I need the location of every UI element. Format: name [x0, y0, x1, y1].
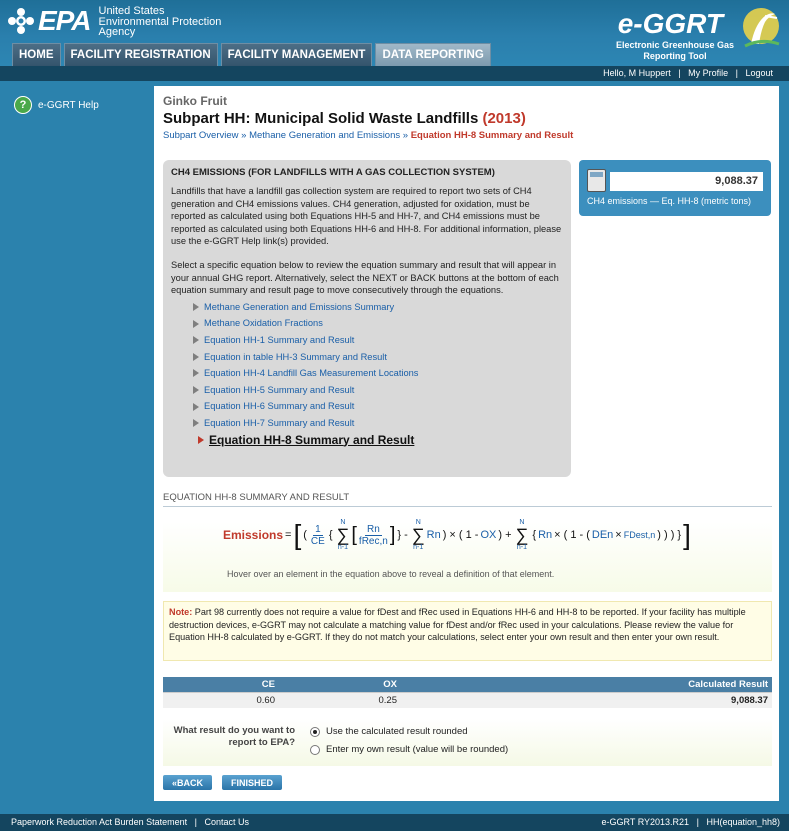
table-header-row: CE OX Calculated Result [163, 677, 772, 693]
table-row: 0.60 0.25 9,088.37 [163, 692, 772, 708]
equation-section: EQUATION HH-8 SUMMARY AND RESULT Emissio… [163, 492, 772, 592]
sidebar-item-label: e-GGRT Help [38, 99, 99, 111]
epa-wordmark: EPA [38, 5, 91, 36]
use-calculated-label: Use the calculated result rounded [326, 726, 468, 737]
sidebar-item-help[interactable]: ? e-GGRT Help [10, 86, 153, 124]
contact-us-link[interactable]: Contact Us [204, 817, 249, 827]
use-calculated-option[interactable]: Use the calculated result rounded [310, 726, 468, 737]
arrow-right-icon [193, 352, 199, 361]
back-button[interactable]: «BACK [163, 775, 213, 790]
enter-own-label: Enter my own result (value will be round… [326, 744, 509, 755]
enter-own-option[interactable]: Enter my own result (value will be round… [310, 744, 508, 755]
version-label: e-GGRT RY2013.R21 [601, 817, 690, 827]
equation-heading: EQUATION HH-8 SUMMARY AND RESULT [163, 492, 772, 507]
result-label: CH4 emissions — Eq. HH-8 (metric tons) [587, 196, 752, 206]
eq-fdest[interactable]: FDest,n [624, 530, 656, 540]
breadcrumb-methane-generation[interactable]: Methane Generation and Emissions [249, 130, 400, 141]
eq-de[interactable]: DEn [592, 529, 613, 541]
equation-formula: Emissions = [ ( 1 CE { N ∑ n-1 [ Rn fRec,n ]… [223, 519, 691, 551]
use-calculated-radio[interactable] [310, 726, 320, 737]
col-calculated-result: Calculated Result [401, 677, 772, 693]
arrow-right-icon [193, 385, 199, 394]
result-choice-question: What result do you want to report to EPA… [173, 725, 295, 748]
current-arrow-icon [198, 435, 204, 444]
arrow-right-icon [193, 369, 199, 378]
col-ox: OX [279, 677, 401, 693]
cell-ce: 0.60 [163, 692, 279, 708]
heron-logo-icon [743, 8, 780, 48]
eq-sigma-2: N ∑ n-1 [411, 519, 425, 551]
eq-rn[interactable]: Rn [427, 529, 441, 541]
epa-logo[interactable]: EPA United States Environmental Protecti… [8, 4, 221, 38]
arrow-right-icon [193, 302, 199, 311]
note-text: Part 98 currently does not require a val… [169, 607, 746, 642]
info-paragraph-2: Select a specific equation below to revi… [171, 260, 559, 296]
site-header: EPA United States Environmental Protecti… [0, 0, 789, 66]
tab-facility-registration[interactable]: FACILITY REGISTRATION [63, 43, 218, 66]
info-paragraph-1: Landfills that have a landfill gas colle… [171, 186, 562, 247]
link-equation-hh5[interactable]: Equation HH-5 Summary and Result [193, 382, 563, 399]
cell-ox: 0.25 [279, 692, 401, 708]
info-heading: CH4 EMISSIONS (FOR LANDFILLS WITH A GAS … [171, 167, 495, 178]
user-bar: Hello, M Huppert | My Profile | Logout [0, 66, 789, 81]
equation-hint: Hover over an element in the equation ab… [227, 569, 555, 579]
button-row: «BACK FINISHED [163, 775, 283, 790]
eq-ox[interactable]: OX [480, 529, 496, 541]
page-title: Subpart HH: Municipal Solid Waste Landfi… [163, 110, 526, 127]
eq-rn-2[interactable]: Rn [538, 529, 552, 541]
sidebar: ? e-GGRT Help [10, 86, 153, 801]
arrow-right-icon [193, 336, 199, 345]
calculator-icon [587, 169, 606, 192]
col-ce: CE [163, 677, 279, 693]
tab-data-reporting[interactable]: DATA REPORTING [375, 43, 491, 66]
my-profile-link[interactable]: My Profile [688, 68, 728, 78]
eq-rn-frec-fraction[interactable]: Rn fRec,n [359, 524, 388, 547]
arrow-right-icon [193, 319, 199, 328]
note-label: Note: [169, 607, 193, 617]
burden-statement-link[interactable]: Paperwork Reduction Act Burden Statement [11, 817, 187, 827]
link-equation-hh4[interactable]: Equation HH-4 Landfill Gas Measurement L… [193, 365, 563, 382]
link-equation-hh3[interactable]: Equation in table HH-3 Summary and Resul… [193, 348, 563, 365]
link-equation-hh8-current[interactable]: Equation HH-8 Summary and Result [198, 431, 563, 448]
result-choice-section: What result do you want to report to EPA… [163, 719, 772, 766]
facility-name: Ginko Fruit [163, 94, 227, 108]
result-table: CE OX Calculated Result 0.60 0.25 9,088.… [163, 677, 772, 708]
link-methane-oxidation-fractions[interactable]: Methane Oxidation Fractions [193, 315, 563, 332]
user-greeting: Hello, M Huppert [603, 68, 671, 78]
main-nav: HOME FACILITY REGISTRATION FACILITY MANA… [12, 43, 491, 66]
eggrt-subtitle: Electronic Greenhouse Gas Reporting Tool [615, 40, 735, 61]
info-box: CH4 EMISSIONS (FOR LANDFILLS WITH A GAS … [163, 160, 571, 477]
page-id-label: HH(equation_hh8) [706, 817, 780, 827]
eq-ce-fraction[interactable]: 1 CE [311, 524, 325, 547]
help-icon: ? [14, 96, 32, 114]
breadcrumb-current: Equation HH-8 Summary and Result [410, 130, 574, 141]
link-equation-hh7[interactable]: Equation HH-7 Summary and Result [193, 415, 563, 432]
eggrt-logo: e-GGRT Electronic Greenhouse Gas Reporti… [591, 2, 781, 62]
note-box: Note: Part 98 currently does not require… [163, 601, 772, 661]
result-value: 9,088.37 [610, 172, 763, 191]
epa-flower-icon [8, 8, 34, 34]
breadcrumb: Subpart Overview » Methane Generation an… [163, 130, 574, 141]
enter-own-radio[interactable] [310, 744, 320, 755]
link-equation-hh6[interactable]: Equation HH-6 Summary and Result [193, 398, 563, 415]
logout-link[interactable]: Logout [745, 68, 773, 78]
link-equation-hh1[interactable]: Equation HH-1 Summary and Result [193, 332, 563, 349]
result-card: 9,088.37 CH4 emissions — Eq. HH-8 (metri… [579, 160, 771, 216]
finished-button[interactable]: FINISHED [222, 775, 283, 790]
reporting-year: (2013) [482, 110, 526, 127]
eq-sigma-1: N ∑ n-1 [336, 519, 350, 551]
site-footer: Paperwork Reduction Act Burden Statement… [0, 814, 789, 831]
arrow-right-icon [193, 402, 199, 411]
tab-facility-management[interactable]: FACILITY MANAGEMENT [220, 43, 373, 66]
link-methane-generation-summary[interactable]: Methane Generation and Emissions Summary [193, 299, 563, 316]
eq-sigma-3: N ∑ n-1 [515, 519, 529, 551]
eggrt-title: e-GGRT [617, 8, 723, 39]
eq-emissions[interactable]: Emissions [223, 528, 283, 542]
epa-agency-name: United States Environmental Protection A… [98, 5, 222, 39]
tab-home[interactable]: HOME [12, 43, 61, 66]
arrow-right-icon [193, 419, 199, 428]
cell-calculated-result: 9,088.37 [401, 692, 772, 708]
breadcrumb-subpart-overview[interactable]: Subpart Overview [163, 130, 239, 141]
